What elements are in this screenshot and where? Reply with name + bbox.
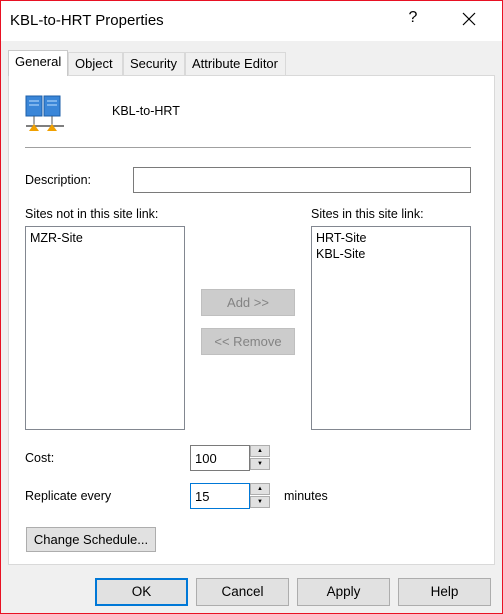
remove-button[interactable]: << Remove bbox=[201, 328, 295, 355]
description-label: Description: bbox=[25, 173, 91, 187]
tab-general[interactable]: General bbox=[8, 50, 68, 76]
replicate-spinner: ▲ ▼ bbox=[250, 483, 270, 508]
tab-attribute-editor[interactable]: Attribute Editor bbox=[185, 52, 286, 75]
spin-down-icon[interactable]: ▼ bbox=[250, 458, 270, 470]
separator bbox=[25, 147, 471, 148]
replicate-unit-label: minutes bbox=[284, 489, 328, 503]
object-name: KBL-to-HRT bbox=[112, 104, 180, 118]
sites-in-label: Sites in this site link: bbox=[311, 207, 424, 221]
list-item[interactable]: KBL-Site bbox=[316, 246, 466, 262]
site-link-icon bbox=[25, 95, 64, 131]
close-icon[interactable] bbox=[460, 10, 478, 28]
tab-object[interactable]: Object bbox=[68, 52, 123, 75]
spin-down-icon[interactable]: ▼ bbox=[250, 496, 270, 508]
list-item[interactable]: MZR-Site bbox=[30, 230, 180, 246]
window-title: KBL-to-HRT Properties bbox=[10, 12, 164, 29]
apply-button[interactable]: Apply bbox=[297, 578, 390, 606]
help-button[interactable]: Help bbox=[398, 578, 491, 606]
spin-up-icon[interactable]: ▲ bbox=[250, 445, 270, 457]
spin-up-icon[interactable]: ▲ bbox=[250, 483, 270, 495]
help-icon[interactable]: ? bbox=[403, 9, 423, 27]
properties-dialog: KBL-to-HRT Properties ? General Object S… bbox=[0, 0, 503, 614]
sites-not-in-label: Sites not in this site link: bbox=[25, 207, 159, 221]
ok-button[interactable]: OK bbox=[95, 578, 188, 606]
general-tab-panel: KBL-to-HRT Description: Sites not in thi… bbox=[8, 75, 495, 565]
sites-in-listbox[interactable]: HRT-Site KBL-Site bbox=[311, 226, 471, 430]
sites-not-in-listbox[interactable]: MZR-Site bbox=[25, 226, 185, 430]
replicate-label: Replicate every bbox=[25, 489, 112, 503]
replicate-input[interactable]: 15 bbox=[190, 483, 250, 509]
list-item[interactable]: HRT-Site bbox=[316, 230, 466, 246]
cost-label: Cost: bbox=[25, 451, 55, 465]
description-input[interactable] bbox=[133, 167, 471, 193]
add-button[interactable]: Add >> bbox=[201, 289, 295, 316]
change-schedule-button[interactable]: Change Schedule... bbox=[26, 527, 156, 552]
cancel-button[interactable]: Cancel bbox=[196, 578, 289, 606]
cost-input[interactable]: 100 bbox=[190, 445, 250, 471]
title-bar: KBL-to-HRT Properties ? bbox=[1, 1, 502, 41]
cost-spinner: ▲ ▼ bbox=[250, 445, 270, 470]
tab-security[interactable]: Security bbox=[123, 52, 185, 75]
